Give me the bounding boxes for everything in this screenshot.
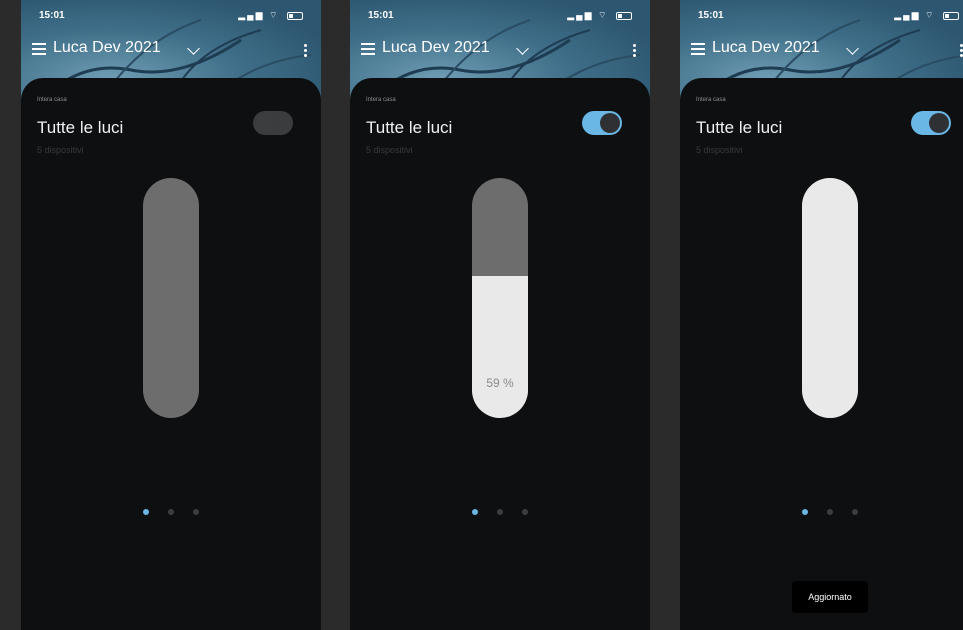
page-dot[interactable] <box>193 509 199 515</box>
page-dot[interactable] <box>802 509 808 515</box>
card-subtitle: 5 dispositivi <box>696 145 743 155</box>
status-time: 15:01 <box>39 10 65 21</box>
phone-screen-off: 15:01 ▂▄▆ ⌔ Luca Dev 2021 Intera casa Tu… <box>21 0 321 630</box>
card-title: Tutte le luci <box>696 118 783 137</box>
wifi-icon: ⌔ <box>925 10 936 20</box>
wifi-icon: ⌔ <box>269 10 280 20</box>
slider-fill <box>472 276 528 418</box>
card-subtitle: 5 dispositivi <box>37 145 84 155</box>
status-time: 15:01 <box>368 10 394 21</box>
battery-icon <box>943 11 959 20</box>
card-eyebrow: Intera casa <box>37 97 67 103</box>
page-indicator <box>143 509 199 515</box>
status-icons: ▂▄▆ ⌔ <box>894 10 959 21</box>
lights-card: Intera casa Tutte le luci 5 dispositivi … <box>350 78 650 630</box>
page-dot[interactable] <box>143 509 149 515</box>
lights-toggle[interactable] <box>582 111 622 135</box>
phone-screen-full: 15:01 ▂▄▆ ⌔ Luca Dev 2021 Intera casa Tu… <box>680 0 963 630</box>
card-eyebrow: Intera casa <box>366 97 396 103</box>
more-vert-icon[interactable] <box>304 44 307 59</box>
lights-toggle[interactable] <box>911 111 951 135</box>
wifi-icon: ⌔ <box>598 10 609 20</box>
battery-icon <box>616 11 632 20</box>
page-dot[interactable] <box>497 509 503 515</box>
brightness-slider[interactable]: 59 % <box>472 178 528 418</box>
page-dot[interactable] <box>472 509 478 515</box>
page-indicator <box>802 509 858 515</box>
card-eyebrow: Intera casa <box>696 97 726 103</box>
brightness-slider[interactable] <box>802 178 858 418</box>
lights-card: Intera casa Tutte le luci 5 dispositivi … <box>680 78 963 630</box>
menu-icon[interactable] <box>32 43 46 58</box>
page-dot[interactable] <box>827 509 833 515</box>
lights-toggle[interactable] <box>253 111 293 135</box>
phone-screen-partial: 15:01 ▂▄▆ ⌔ Luca Dev 2021 Intera casa Tu… <box>350 0 650 630</box>
updated-toast: Aggiornato <box>792 581 868 613</box>
more-vert-icon[interactable] <box>633 44 636 59</box>
toggle-knob <box>255 113 275 133</box>
lights-card: Intera casa Tutte le luci 5 dispositivi <box>21 78 321 630</box>
toggle-knob <box>600 113 620 133</box>
page-dot[interactable] <box>168 509 174 515</box>
menu-icon[interactable] <box>691 43 705 58</box>
status-icons: ▂▄▆ ⌔ <box>238 10 303 21</box>
home-title[interactable]: Luca Dev 2021 <box>382 39 490 57</box>
toggle-knob <box>929 113 949 133</box>
brightness-slider[interactable] <box>143 178 199 418</box>
status-icons: ▂▄▆ ⌔ <box>567 10 632 21</box>
page-dot[interactable] <box>852 509 858 515</box>
brightness-percent: 59 % <box>486 376 514 390</box>
card-title: Tutte le luci <box>37 118 124 137</box>
page-indicator <box>472 509 528 515</box>
signal-icon: ▂▄▆ <box>238 10 265 20</box>
page-dot[interactable] <box>522 509 528 515</box>
home-title[interactable]: Luca Dev 2021 <box>53 39 161 57</box>
home-title[interactable]: Luca Dev 2021 <box>712 39 820 57</box>
card-subtitle: 5 dispositivi <box>366 145 413 155</box>
signal-icon: ▂▄▆ <box>894 10 921 20</box>
menu-icon[interactable] <box>361 43 375 58</box>
status-time: 15:01 <box>698 10 724 21</box>
battery-icon <box>287 11 303 20</box>
signal-icon: ▂▄▆ <box>567 10 594 20</box>
slider-fill <box>802 178 858 418</box>
card-title: Tutte le luci <box>366 118 453 137</box>
